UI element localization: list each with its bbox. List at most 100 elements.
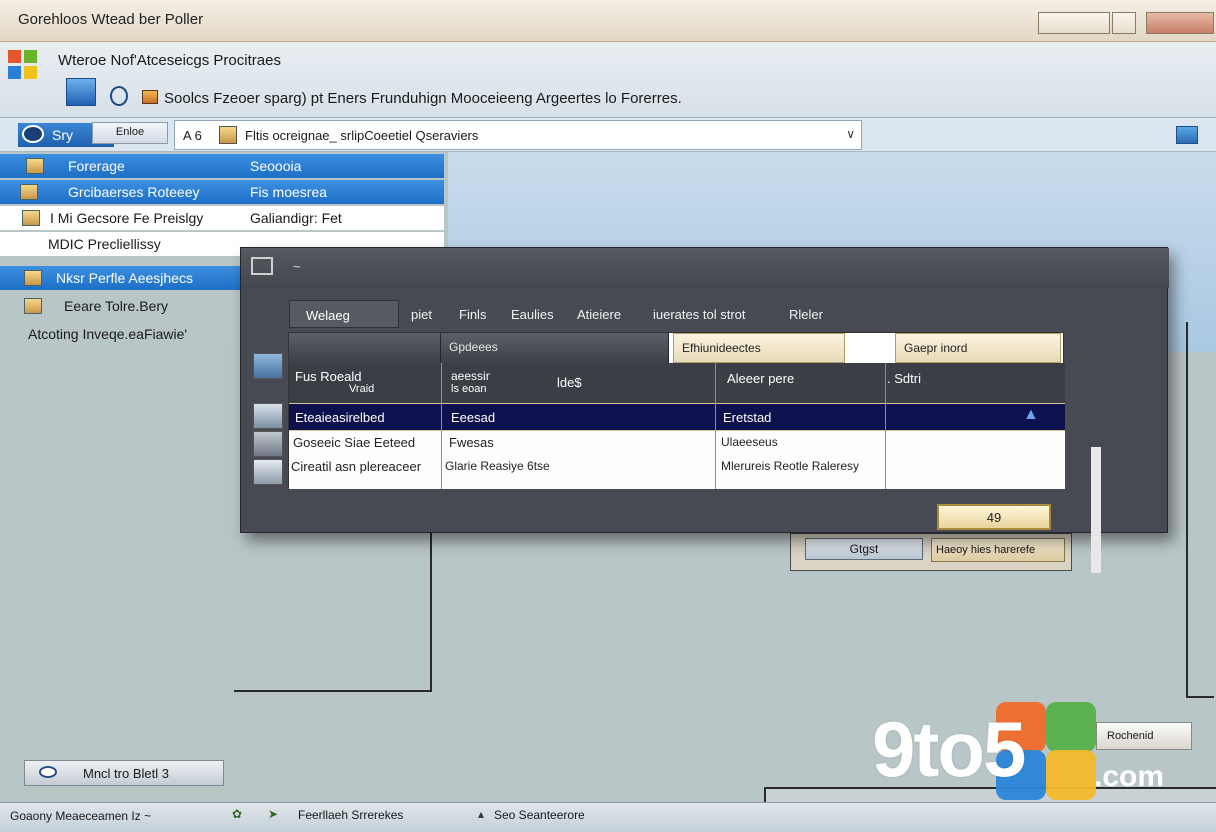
- globe-icon: [22, 125, 44, 143]
- menu-item[interactable]: piet: [411, 307, 432, 322]
- window-title: Gorehloos Wtead ber Poller: [18, 11, 204, 28]
- watermark: 9to5 .com: [872, 700, 1192, 804]
- ok-button[interactable]: 49: [937, 504, 1051, 530]
- leaf-icon: ✿: [232, 807, 243, 821]
- column-header[interactable]: Gpdeees: [441, 333, 669, 363]
- address-path[interactable]: Fltis ocreignae_ srlipCoeetiel Qseravier…: [245, 128, 478, 143]
- windows-logo-icon: [8, 50, 40, 82]
- minimize-button[interactable]: [1038, 12, 1110, 34]
- nav-item[interactable]: I Mi Gecsore Fe Preislgy Galiandigr: Fet: [0, 206, 444, 230]
- table-cell: Fus Roeald: [295, 369, 362, 384]
- address-row: Sry Enloe A 6 Fltis ocreignae_ srlipCoee…: [0, 118, 1216, 152]
- secondary-button[interactable]: Gtgst: [805, 538, 923, 560]
- status-bar: Goaony Meaeceamen Iz ~ ✿ ➤ Feerllaeh Srr…: [0, 802, 1216, 832]
- menu-item[interactable]: Rleler: [789, 307, 823, 322]
- table-cell: Goseeic Siae Eeteed: [293, 435, 416, 450]
- table-cell: Eteaieasirelbed: [295, 410, 385, 425]
- dialog-caption: ~: [241, 248, 1169, 288]
- drive-icon: [253, 459, 283, 485]
- document-icon: [142, 90, 158, 104]
- table-row[interactable]: Goseeic Siae Eeteed Fwesas Ulaeeseus Cir…: [289, 431, 1065, 489]
- status-left: Goaony Meaeceamen Iz ~: [10, 809, 152, 823]
- folder-icon: [20, 184, 38, 200]
- chevron-down-icon[interactable]: ∨: [846, 127, 855, 141]
- watermark-text: 9to5: [872, 705, 1026, 793]
- title-bar: Gorehloos Wtead ber Poller: [0, 0, 1216, 42]
- data-grid: Gpdeees Efhiunideectes Gaepr inord Fus R…: [253, 332, 1101, 573]
- column-header[interactable]: [289, 333, 441, 363]
- column-header[interactable]: Gaepr inord: [895, 333, 1061, 363]
- menu-item[interactable]: Eaulies: [511, 307, 554, 322]
- menu-item[interactable]: Welaeg: [289, 300, 399, 328]
- nav-item-value: Galiandigr: Fet: [250, 210, 342, 226]
- arrow-icon: ➤: [268, 807, 279, 821]
- menu-item[interactable]: Atieiere: [577, 307, 621, 322]
- folder-icon[interactable]: [66, 78, 96, 106]
- table-cell: . Sdtri: [887, 371, 921, 386]
- nav-item[interactable]: Eeare Tolre.Bery: [0, 294, 246, 318]
- monitor-icon: [251, 257, 273, 275]
- column-divider: [441, 363, 442, 489]
- secondary-panel: Gtgst Haeoy hies harerefe: [790, 533, 1072, 571]
- watermark-square: [1046, 750, 1096, 800]
- folder-icon: [26, 158, 44, 174]
- table-cell: Mlerureis Reotle Raleresy: [721, 459, 860, 473]
- status-right: Seo Seanteerore: [494, 808, 585, 822]
- table-cell: lde$: [557, 375, 582, 390]
- bottom-left-button-label: Mncl tro Bletl 3: [83, 766, 169, 781]
- table-row[interactable]: Fus Roeald Vraid aeessir ls eoan lde$ Al…: [289, 363, 1065, 403]
- table-row[interactable]: Eteaieasirelbed Eeesad Eretstad ▲: [289, 403, 1065, 431]
- table-cell: Glarie Reasiye 6tse: [445, 459, 550, 473]
- nav-item[interactable]: Forerage Seoooia: [0, 154, 444, 178]
- column-header[interactable]: Efhiunideectes: [673, 333, 845, 363]
- nav-item-label: Atcoting Inveqe.eaFiawie': [28, 326, 188, 342]
- nav-item-label: Eeare Tolre.Bery: [64, 298, 169, 314]
- column-divider: [885, 363, 886, 489]
- frame-outline-right: [1186, 322, 1214, 698]
- server-icon: [253, 403, 283, 429]
- nav-item-label: Nksr Perfle Aeesjhecs: [56, 270, 193, 286]
- dialog-menu: Welaeg piet Finls Eaulies Atieiere iuera…: [241, 294, 1169, 328]
- header: Wteroe Nof'Atceseicgs Procitraes Soolcs …: [0, 42, 1216, 118]
- secondary-action-button[interactable]: Haeoy hies harerefe: [931, 538, 1065, 562]
- maximize-button[interactable]: [1112, 12, 1136, 34]
- folder-icon: [24, 270, 42, 286]
- monitor-icon[interactable]: [1176, 126, 1198, 144]
- nav-item-value: Seoooia: [250, 158, 302, 174]
- address-crumb[interactable]: A 6: [183, 128, 202, 143]
- menu-item[interactable]: Finls: [459, 307, 486, 322]
- app-name: Wteroe Nof'Atceseicgs Procitraes: [58, 52, 281, 69]
- table-cell: Eeesad: [451, 410, 496, 425]
- dialog: ~ Welaeg piet Finls Eaulies Atieiere iue…: [240, 247, 1169, 573]
- nav-item[interactable]: Nksr Perfle Aeesjhecs: [0, 266, 246, 290]
- nav-item-value: Fis moesrea: [250, 184, 328, 200]
- table-cell: Vraid: [349, 383, 375, 395]
- table-cell: Ulaeeseus: [721, 435, 778, 449]
- status-middle: Feerllaeh Srrerekes: [298, 808, 404, 822]
- folder-icon: [22, 210, 40, 226]
- arrow-icon: ▴: [478, 807, 485, 821]
- folder-icon: [24, 298, 42, 314]
- nav-item-label: MDIC Precliellissy: [48, 236, 161, 252]
- nav-item[interactable]: Atcoting Inveqe.eaFiawie': [0, 322, 246, 346]
- table-cell: Aleeer pere: [727, 371, 795, 386]
- nav-item[interactable]: Grcibaerses Roteeey Fis moesrea: [0, 180, 444, 204]
- bottom-left-button[interactable]: Mncl tro Bletl 3: [24, 760, 224, 786]
- menu-item[interactable]: iuerates tol strot: [653, 307, 746, 322]
- table-cell: Eretstad: [723, 410, 772, 425]
- table-cell: ls eoan: [451, 383, 487, 395]
- nav-button[interactable]: Enloe: [92, 122, 168, 144]
- pen-icon: ▲: [1023, 406, 1039, 423]
- watermark-suffix: .com: [1094, 760, 1165, 793]
- close-button[interactable]: [1146, 12, 1214, 34]
- printer-icon: [253, 431, 283, 457]
- scrollbar[interactable]: [1091, 447, 1101, 573]
- table-cell: aeessir: [451, 369, 490, 383]
- dialog-caption-text: ~: [293, 259, 301, 274]
- table-cell: Fwesas: [449, 435, 494, 450]
- nav-item-label: Forerage: [68, 158, 125, 174]
- header-subline: Soolcs Fzeoer sparg) pt Eners Frunduhign…: [164, 90, 682, 107]
- nav-label-text: Sry: [52, 127, 73, 143]
- refresh-icon[interactable]: [110, 86, 128, 106]
- address-bar[interactable]: A 6 Fltis ocreignae_ srlipCoeetiel Qsera…: [174, 120, 862, 150]
